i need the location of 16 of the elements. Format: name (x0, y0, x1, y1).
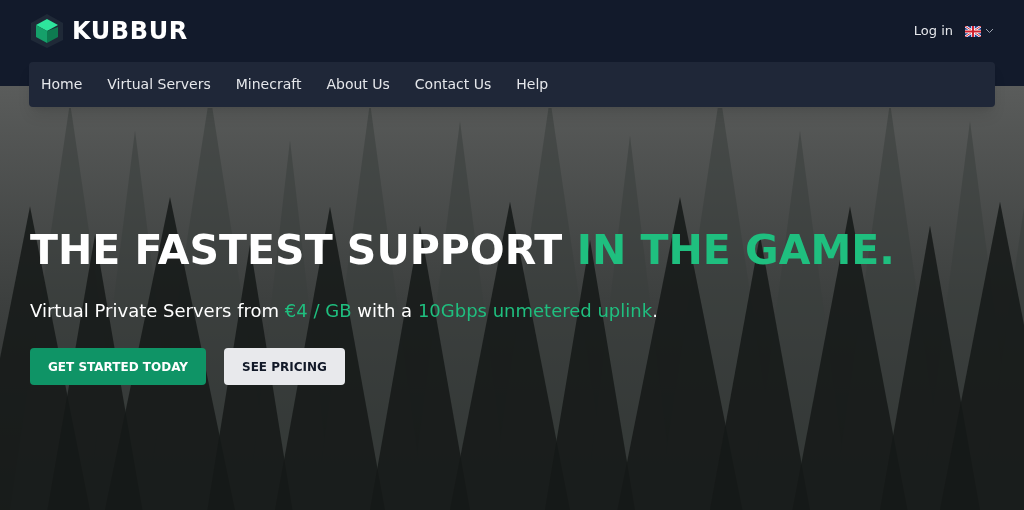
nav-link[interactable]: Virtual Servers (107, 74, 211, 95)
login-link[interactable]: Log in (913, 21, 953, 41)
nav-link[interactable]: Home (41, 74, 83, 95)
nav-link[interactable]: About Us (326, 74, 390, 95)
language-dropdown[interactable] (965, 25, 994, 37)
chevron-down-icon (985, 28, 994, 34)
pricing-button[interactable]: SEE PRICING (224, 348, 345, 385)
brand-name: KUBBUR (72, 16, 188, 47)
hexagon-logo-icon (30, 13, 64, 49)
get-started-button[interactable]: GET STARTED TODAY (30, 348, 206, 385)
hero-subtitle: Virtual Private Servers from €4 / GB with a 10Gbps unmetered uplink. (30, 299, 658, 323)
nav-link[interactable]: Minecraft (235, 74, 302, 95)
nav-link[interactable]: Contact Us (414, 74, 492, 95)
uk-flag-icon (965, 25, 981, 37)
hero-headline: THE FASTEST SUPPORT IN THE GAME. (30, 230, 895, 271)
nav-link[interactable]: Help (516, 74, 549, 95)
